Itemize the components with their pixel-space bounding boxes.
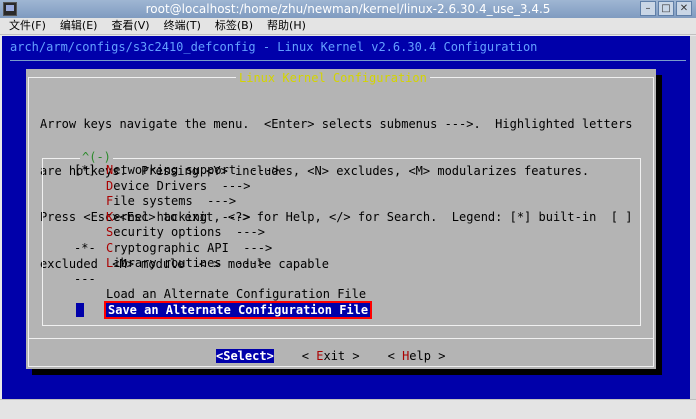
dialog-button-rule <box>28 338 654 339</box>
menu-item-label: ibrary routines ---> <box>113 256 265 270</box>
terminal-cursor <box>76 303 84 317</box>
menu-edit[interactable]: 编辑(E) <box>51 18 103 34</box>
menu-item-label: ryptographic API ---> <box>113 240 273 255</box>
window-controls: – □ ✕ <box>640 1 692 16</box>
menu-item-mark: [*] <box>74 163 96 177</box>
menu-item-networking[interactable]: [*] Networking support ---> <box>74 163 370 179</box>
menu-help[interactable]: 帮助(H) <box>258 18 311 34</box>
menu-item-library-routines[interactable]: Library routines ---> <box>74 256 370 272</box>
maximize-button[interactable]: □ <box>658 1 674 16</box>
header-rule <box>10 60 686 61</box>
menu-item-device-drivers[interactable]: Device Drivers ---> <box>74 179 370 195</box>
help-button[interactable]: < Help > <box>388 349 446 363</box>
menu-item-label-selected: Save an Alternate Configuration File <box>103 300 373 319</box>
menu-item-label: etworking support ---> <box>113 163 280 177</box>
menu-file[interactable]: 文件(F) <box>0 18 51 34</box>
menu-separator: --- <box>74 272 370 288</box>
menu-item-label: ile systems ---> <box>113 194 237 208</box>
menu-item-mark: -*- <box>74 240 96 255</box>
window-titlebar: root@localhost:/home/zhu/newman/kernel/l… <box>0 0 696 18</box>
menu-list: [*] Networking support ---> Device Driver… <box>74 163 373 319</box>
menu-item-load-config[interactable]: Load an Alternate Configuration File <box>74 287 370 303</box>
menu-tabs[interactable]: 标签(B) <box>206 18 258 34</box>
menu-terminal[interactable]: 终端(T) <box>155 18 206 34</box>
menu-item-label: ernel hacking ---> <box>113 209 251 224</box>
menu-separator-mark: --- <box>74 271 96 286</box>
help-line: Arrow keys navigate the menu. <Enter> se… <box>40 117 633 131</box>
menu-view[interactable]: 查看(V) <box>102 18 154 34</box>
window-title: root@localhost:/home/zhu/newman/kernel/l… <box>145 2 551 16</box>
menu-item-label: Load an Alternate Configuration File <box>106 287 367 301</box>
menu-item-label: evice Drivers ---> <box>113 178 251 193</box>
help-hotkey: H <box>402 349 410 363</box>
menu-item-file-systems[interactable]: File systems ---> <box>74 194 370 210</box>
menu-item-cryptographic-api[interactable]: -*- Cryptographic API ---> <box>74 241 370 257</box>
menuconfig-header: arch/arm/configs/s3c2410_defconfig - Lin… <box>10 40 538 54</box>
window-bottom-bar <box>0 399 696 419</box>
minimize-button[interactable]: – <box>640 1 656 16</box>
menu-item-security-options[interactable]: Security options ---> <box>74 225 370 241</box>
terminal-scrollbar[interactable] <box>690 36 696 399</box>
menu-item-label: ecurity options ---> <box>113 225 265 239</box>
dialog-buttons: <Select> < Exit > < Help > <box>216 349 445 363</box>
menu-item-kernel-hacking[interactable]: Kernel hacking ---> <box>74 210 370 226</box>
select-button[interactable]: <Select> <box>216 349 274 363</box>
exit-button[interactable]: < Exit > <box>302 349 360 363</box>
exit-hotkey: E <box>316 349 324 363</box>
menu-item-save-config[interactable]: Save an Alternate Configuration File <box>74 300 373 319</box>
menu-box-label: ^(-) <box>80 150 113 164</box>
close-button[interactable]: ✕ <box>676 1 692 16</box>
dialog-title: Linux Kernel Configuration <box>236 71 430 85</box>
terminal-app-icon <box>3 2 17 16</box>
menubar: 文件(F) 编辑(E) 查看(V) 终端(T) 标签(B) 帮助(H) <box>0 18 696 35</box>
